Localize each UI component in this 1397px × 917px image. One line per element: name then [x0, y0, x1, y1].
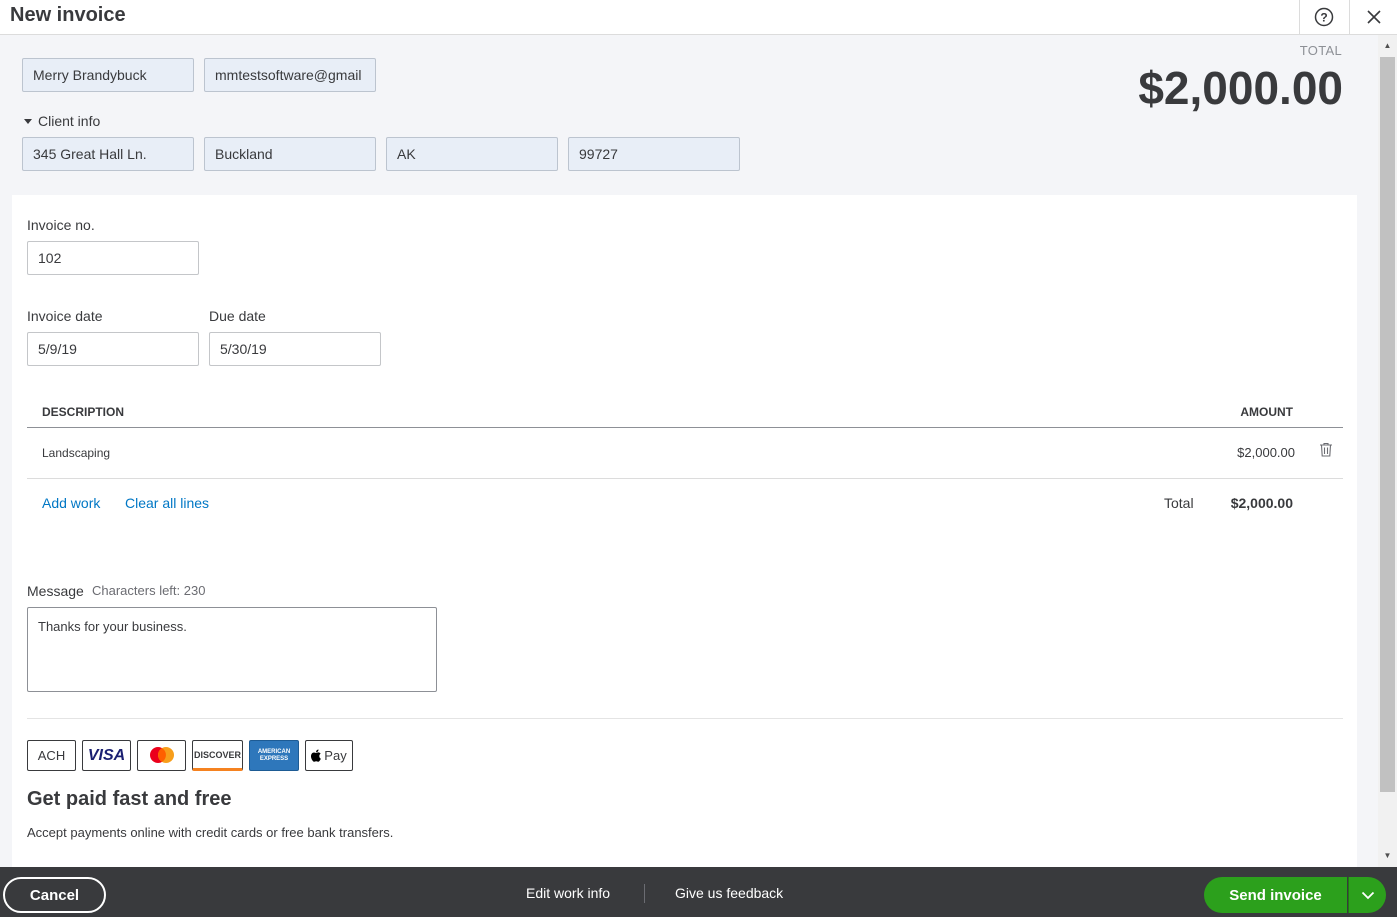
customer-name-field[interactable]: Merry Brandybuck	[22, 58, 194, 92]
total-amount: $2,000.00	[1138, 62, 1343, 114]
amex-logo: AMERICAN EXPRESS	[249, 740, 299, 771]
scroll-down-arrow-icon[interactable]: ▼	[1378, 847, 1397, 864]
footer-bar: Cancel Edit work info Give us feedback S…	[0, 867, 1397, 917]
message-textarea[interactable]: Thanks for your business.	[27, 607, 437, 692]
help-circle-icon: ?	[1314, 7, 1334, 27]
invoice-form: Merry Brandybuck mmtestsoftware@gmail TO…	[0, 35, 1378, 867]
zip-field[interactable]: 99727	[568, 137, 740, 171]
due-date-label: Due date	[209, 308, 266, 324]
scroll-up-arrow-icon[interactable]: ▲	[1378, 37, 1397, 54]
svg-text:?: ?	[1320, 11, 1327, 25]
send-invoice-button[interactable]: Send invoice	[1204, 877, 1347, 913]
line-amount: $2,000.00	[1237, 445, 1295, 460]
apple-icon	[311, 749, 322, 762]
line-items-header: DESCRIPTION AMOUNT	[27, 405, 1343, 428]
vertical-scrollbar[interactable]: ▲ ▼	[1378, 35, 1397, 867]
city-field[interactable]: Buckland	[204, 137, 376, 171]
characters-left: Characters left: 230	[92, 583, 206, 598]
amount-column-header: AMOUNT	[1240, 405, 1293, 419]
edit-work-info-link[interactable]: Edit work info	[526, 885, 610, 901]
message-label: Message	[27, 583, 84, 599]
discover-logo: DISCOVER	[192, 740, 243, 771]
give-feedback-link[interactable]: Give us feedback	[675, 885, 783, 901]
state-field[interactable]: AK	[386, 137, 558, 171]
line-total-value: $2,000.00	[1230, 495, 1293, 511]
trash-icon[interactable]	[1319, 442, 1333, 462]
clear-all-lines-link[interactable]: Clear all lines	[125, 495, 209, 511]
apple-pay-logo: Pay	[305, 740, 353, 771]
page-title: New invoice	[10, 4, 126, 26]
description-column-header: DESCRIPTION	[42, 405, 125, 419]
caret-down-icon	[24, 118, 32, 124]
invoice-details-card: Invoice no. 102 Invoice date 5/9/19 Due …	[12, 195, 1357, 867]
scrollbar-thumb[interactable]	[1380, 57, 1395, 792]
invoice-date-label: Invoice date	[27, 308, 103, 324]
apple-pay-text: Pay	[324, 748, 347, 763]
invoice-date-field[interactable]: 5/9/19	[27, 332, 199, 366]
ach-logo: ACH	[27, 740, 76, 771]
close-icon	[1366, 10, 1381, 24]
address-field[interactable]: 345 Great Hall Ln.	[22, 137, 194, 171]
help-button[interactable]: ?	[1299, 0, 1348, 34]
customer-email-field[interactable]: mmtestsoftware@gmail	[204, 58, 376, 92]
invoice-number-field[interactable]: 102	[27, 241, 199, 275]
invoice-header: New invoice ?	[0, 0, 1397, 35]
total-label: TOTAL	[1299, 43, 1342, 58]
mastercard-logo	[137, 740, 186, 771]
get-paid-heading: Get paid fast and free	[27, 788, 232, 810]
line-description: Landscaping	[42, 446, 111, 460]
footer-divider	[644, 884, 645, 903]
line-total-label: Total	[1164, 495, 1194, 511]
cancel-button[interactable]: Cancel	[3, 877, 106, 913]
close-button[interactable]	[1349, 0, 1397, 34]
send-options-dropdown[interactable]	[1348, 877, 1386, 913]
table-row[interactable]: Landscaping $2,000.00	[27, 429, 1343, 479]
invoice-number-label: Invoice no.	[27, 217, 95, 233]
due-date-field[interactable]: 5/30/19	[209, 332, 381, 366]
client-info-label: Client info	[38, 113, 101, 129]
add-work-link[interactable]: Add work	[42, 495, 100, 511]
chevron-down-icon	[1361, 891, 1374, 899]
payment-methods: ACH VISA DISCOVER AMERICAN EXPRESS Pay	[27, 740, 353, 771]
divider	[27, 718, 1343, 719]
visa-logo: VISA	[82, 740, 131, 771]
client-info-toggle[interactable]: Client info	[24, 113, 100, 129]
get-paid-subtext: Accept payments online with credit cards…	[27, 825, 394, 840]
